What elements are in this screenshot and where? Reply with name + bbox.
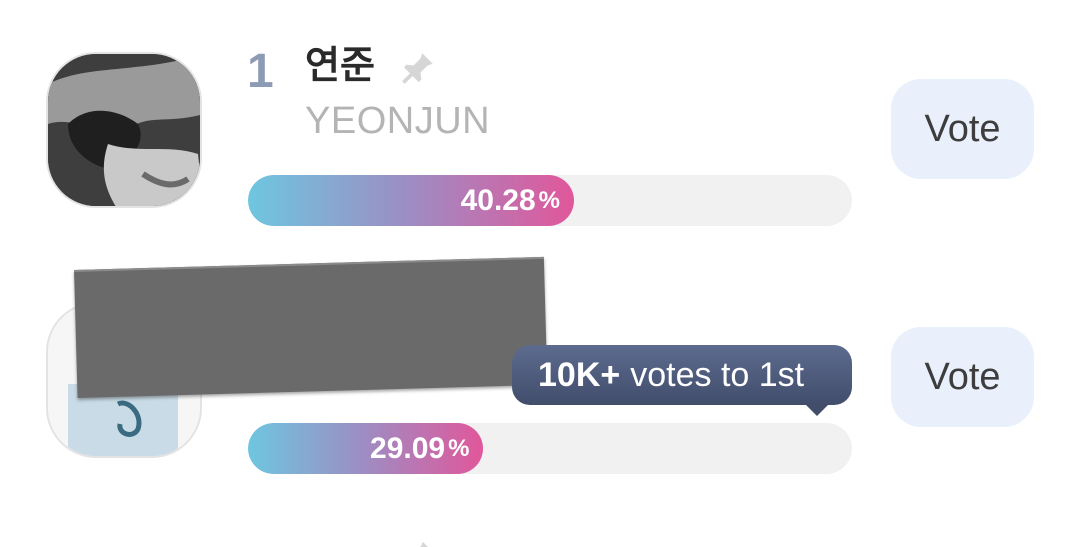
tooltip-vote-gap: 10K+ [538,355,621,394]
pin-icon[interactable] [396,48,438,90]
percentage-symbol: % [448,434,470,462]
vote-button[interactable]: Vote [891,327,1034,427]
vote-progress-bar: 40.28% [248,175,852,226]
vote-percentage: 29.09% [370,423,469,474]
percentage-symbol: % [538,186,560,214]
vote-progress-fill: 29.09% [248,423,484,474]
tooltip-text: votes to 1st [630,355,805,394]
candidate-row: 1 연준 YEONJUN 40.28% Vote [0,0,1080,270]
candidate-name-korean-clipped [318,536,378,547]
candidate-name-korean: 연준 [305,45,375,87]
candidate-name-english: YEONJUN [305,100,491,142]
vote-progress-fill: 40.28% [248,175,574,226]
vote-button[interactable]: Vote [891,79,1034,179]
candidate-row: 10K+ votes to 1st 29.09% Vote [0,250,1080,500]
percentage-value: 29.09 [370,431,446,465]
candidate-avatar[interactable] [46,52,202,208]
clipped-name-glyphs [318,542,378,547]
avatar-photo [48,54,200,206]
vote-percentage: 40.28% [461,175,560,226]
votes-to-first-tooltip: 10K+ votes to 1st [512,345,852,405]
tooltip-arrow-icon [804,403,830,416]
vote-progress-bar: 29.09% [248,423,852,474]
candidate-row-partial [0,500,1080,547]
percentage-value: 40.28 [460,183,536,217]
rank-number: 1 [247,45,274,98]
pin-icon[interactable] [404,538,434,547]
redaction-overlay [74,256,548,398]
